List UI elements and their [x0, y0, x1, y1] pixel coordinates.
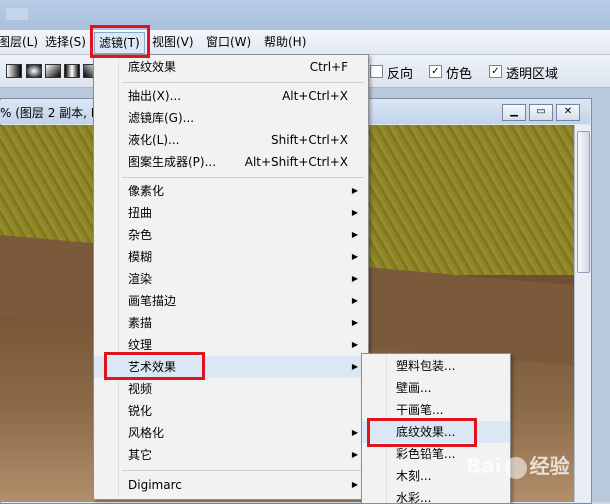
submenu-arrow-icon: ▶: [351, 428, 358, 437]
menu-layer[interactable]: 图层(L): [0, 34, 38, 50]
highlight-box-filter-menu: [90, 25, 150, 58]
submenu-item-watercolor[interactable]: 水彩...: [362, 487, 510, 503]
minimize-button[interactable]: ▁: [502, 104, 526, 121]
dither-checkbox[interactable]: ✓ 仿色: [429, 63, 473, 82]
close-button[interactable]: ✕: [556, 104, 580, 121]
linear-gradient-button[interactable]: [6, 64, 22, 78]
menu-item-sketch[interactable]: 素描 ▶: [94, 312, 368, 334]
reflected-gradient-button[interactable]: [64, 64, 80, 78]
menu-item-liquify[interactable]: 液化(L)... Shift+Ctrl+X: [94, 129, 368, 151]
menu-item-sharpen[interactable]: 锐化: [94, 400, 368, 422]
menu-item-pixelate[interactable]: 像素化 ▶: [94, 180, 368, 202]
menu-item-distort[interactable]: 扭曲 ▶: [94, 202, 368, 224]
menu-separator: [122, 82, 364, 83]
menu-item-stylize[interactable]: 风格化 ▶: [94, 422, 368, 444]
app-icon: [6, 8, 28, 20]
menu-item-digimarc[interactable]: Digimarc ▶: [94, 474, 368, 496]
dither-label: 仿色: [446, 67, 473, 82]
submenu-item-plastic-wrap[interactable]: 塑料包装...: [362, 355, 510, 377]
menu-item-blur[interactable]: 模糊 ▶: [94, 246, 368, 268]
menu-item-video[interactable]: 视频: [94, 378, 368, 400]
angle-gradient-button[interactable]: [45, 64, 61, 78]
menu-window[interactable]: 窗口(W): [206, 34, 251, 50]
radial-gradient-button[interactable]: [26, 64, 42, 78]
menu-item-other[interactable]: 其它 ▶: [94, 444, 368, 466]
checkbox-unchecked-icon: [370, 65, 383, 78]
transparency-checkbox[interactable]: ✓ 透明区域: [489, 63, 559, 82]
vertical-scrollbar[interactable]: [574, 125, 591, 502]
submenu-arrow-icon: ▶: [351, 274, 358, 283]
highlight-box-artistic: [104, 352, 205, 380]
menu-item-render[interactable]: 渲染 ▶: [94, 268, 368, 290]
menu-select[interactable]: 选择(S): [45, 34, 86, 50]
menu-item-pattern-maker[interactable]: 图案生成器(P)... Alt+Shift+Ctrl+X: [94, 151, 368, 173]
submenu-arrow-icon: ▶: [351, 208, 358, 217]
menu-item-last-filter[interactable]: 底纹效果 Ctrl+F: [94, 56, 368, 78]
submenu-arrow-icon: ▶: [351, 480, 358, 489]
reverse-checkbox[interactable]: 反向: [370, 63, 414, 82]
submenu-arrow-icon: ▶: [351, 362, 358, 371]
submenu-arrow-icon: ▶: [351, 230, 358, 239]
filter-dropdown-menu: 底纹效果 Ctrl+F 抽出(X)... Alt+Ctrl+X 滤镜库(G)..…: [93, 54, 369, 500]
submenu-item-fresco[interactable]: 壁画...: [362, 377, 510, 399]
restore-button[interactable]: ▭: [529, 104, 553, 121]
menu-help[interactable]: 帮助(H): [264, 34, 306, 50]
menu-item-filter-gallery[interactable]: 滤镜库(G)...: [94, 107, 368, 129]
submenu-arrow-icon: ▶: [351, 318, 358, 327]
document-title: % (图层 2 副本, R: [0, 106, 100, 120]
scrollbar-thumb[interactable]: [577, 131, 590, 273]
reverse-label: 反向: [387, 67, 414, 82]
paw-icon: [504, 456, 527, 479]
menu-item-noise[interactable]: 杂色 ▶: [94, 224, 368, 246]
checkmark-icon: ✓: [489, 65, 502, 78]
baidu-watermark-logo: Bai 经验: [466, 454, 570, 479]
menu-separator: [122, 470, 364, 471]
submenu-arrow-icon: ▶: [351, 186, 358, 195]
submenu-arrow-icon: ▶: [351, 450, 358, 459]
checkmark-icon: ✓: [429, 65, 442, 78]
transparency-label: 透明区域: [506, 67, 559, 82]
menu-separator: [122, 177, 364, 178]
highlight-box-underpainting: [367, 418, 477, 447]
submenu-arrow-icon: ▶: [351, 252, 358, 261]
submenu-arrow-icon: ▶: [351, 340, 358, 349]
submenu-arrow-icon: ▶: [351, 296, 358, 305]
menu-view[interactable]: 视图(V): [152, 34, 194, 50]
menu-item-brush-strokes[interactable]: 画笔描边 ▶: [94, 290, 368, 312]
menu-item-extract[interactable]: 抽出(X)... Alt+Ctrl+X: [94, 85, 368, 107]
